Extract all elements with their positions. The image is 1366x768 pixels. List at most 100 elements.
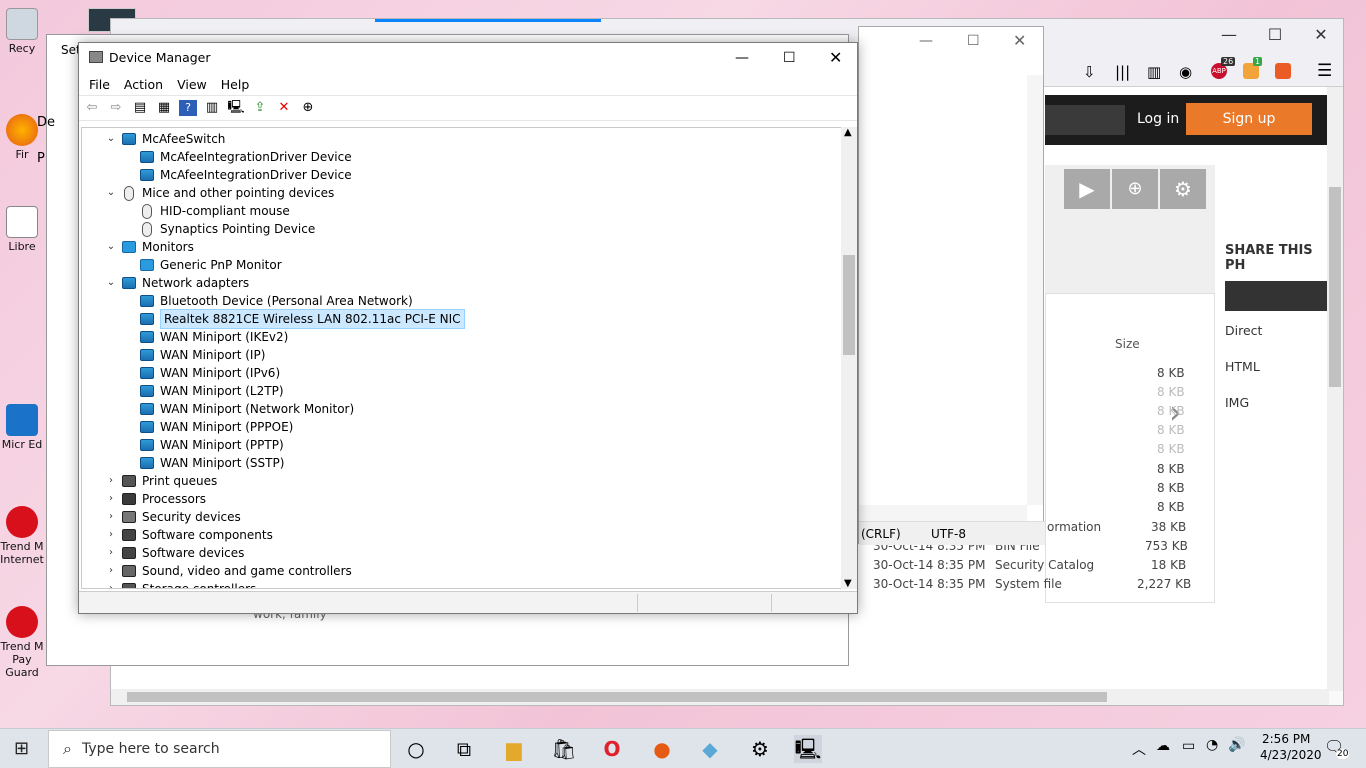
tree-item[interactable]: WAN Miniport (Network Monitor): [140, 400, 354, 418]
collapsed-chevron-icon[interactable]: ›: [104, 562, 118, 580]
tree-item[interactable]: Bluetooth Device (Personal Area Network): [140, 292, 413, 310]
clock-time[interactable]: 2:56 PM: [1262, 732, 1310, 746]
tree-vscrollbar[interactable]: ▲ ▼: [841, 127, 857, 589]
tree-item[interactable]: HID-compliant mouse: [140, 202, 290, 220]
file-explorer-icon[interactable]: ▆: [500, 735, 528, 763]
minimize-button[interactable]: —: [919, 33, 933, 49]
device-manager-taskbar-icon[interactable]: 🖳: [794, 735, 822, 763]
tree-item[interactable]: › Software components: [104, 526, 273, 544]
collapsed-chevron-icon[interactable]: ›: [104, 526, 118, 544]
onedrive-icon[interactable]: ☁: [1156, 738, 1170, 754]
tree-item[interactable]: WAN Miniport (PPTP): [140, 436, 284, 454]
menu-action[interactable]: Action: [124, 77, 173, 92]
tree-item[interactable]: McAfeeIntegrationDriver Device: [140, 166, 352, 184]
tree-item[interactable]: › Storage controllers: [104, 580, 256, 588]
browser-tab-active[interactable]: [375, 19, 601, 22]
expanded-chevron-icon[interactable]: ⌄: [104, 130, 118, 148]
forward-icon[interactable]: ⇨: [107, 100, 125, 116]
maximize-button[interactable]: ☐: [783, 43, 796, 73]
scan-hardware-icon[interactable]: 🖳: [227, 100, 245, 116]
menu-icon[interactable]: ☰: [1317, 61, 1332, 81]
tree-item[interactable]: Synaptics Pointing Device: [140, 220, 315, 238]
desktop-icon-edge[interactable]: Micr Ed: [0, 404, 44, 451]
expanded-chevron-icon[interactable]: ⌄: [104, 274, 118, 292]
account-icon[interactable]: ◉: [1179, 63, 1192, 81]
collapsed-chevron-icon[interactable]: ›: [104, 544, 118, 562]
editor-hscrollbar[interactable]: [859, 505, 1027, 521]
desktop-icon-libreoffice[interactable]: Libre: [0, 206, 44, 253]
start-button[interactable]: ⊞: [14, 738, 29, 759]
back-icon[interactable]: ⇦: [83, 100, 101, 116]
uninstall-icon[interactable]: ✕: [275, 100, 293, 116]
store-icon[interactable]: 🛍: [550, 735, 578, 763]
tree-item[interactable]: › Security devices: [104, 508, 241, 526]
tree-item[interactable]: WAN Miniport (PPPOE): [140, 418, 293, 436]
tree-item[interactable]: ⌄ Monitors: [104, 238, 194, 256]
show-hidden-icons[interactable]: ︿: [1132, 739, 1146, 759]
tree-item[interactable]: WAN Miniport (IKEv2): [140, 328, 288, 346]
minimize-button[interactable]: —: [1209, 25, 1249, 44]
battery-icon[interactable]: ▭: [1182, 738, 1195, 754]
desktop-icon-trend-internet[interactable]: Trend M Internet: [0, 506, 44, 566]
scroll-up-icon[interactable]: ▲: [844, 127, 852, 138]
task-view-icon[interactable]: ⧉: [450, 735, 478, 763]
extension2-icon[interactable]: [1275, 63, 1291, 79]
app-taskbar-icon[interactable]: ◆: [696, 735, 724, 763]
sidebar-icon[interactable]: ▥: [1147, 63, 1161, 81]
library-icon[interactable]: |||: [1115, 63, 1130, 81]
browser-hscrollbar[interactable]: [111, 689, 1329, 705]
tree-item[interactable]: WAN Miniport (L2TP): [140, 382, 284, 400]
close-button[interactable]: ✕: [829, 43, 842, 73]
pocket-icon[interactable]: ⇩: [1083, 63, 1096, 81]
cortana-icon[interactable]: ○: [402, 735, 430, 763]
settings-taskbar-icon[interactable]: ⚙: [746, 735, 774, 763]
view-icon[interactable]: ▥: [203, 100, 221, 116]
login-link[interactable]: Log in: [1137, 111, 1179, 127]
tree-item[interactable]: WAN Miniport (IPv6): [140, 364, 280, 382]
volume-icon[interactable]: 🔊: [1228, 737, 1245, 753]
tree-item[interactable]: › Print queues: [104, 472, 217, 490]
tree-item[interactable]: › Processors: [104, 490, 206, 508]
tree-item[interactable]: WAN Miniport (IP): [140, 346, 265, 364]
expanded-chevron-icon[interactable]: ⌄: [104, 184, 118, 202]
minimize-button[interactable]: —: [735, 43, 749, 73]
play-icon[interactable]: ▶: [1064, 169, 1110, 209]
tree-item[interactable]: WAN Miniport (SSTP): [140, 454, 284, 472]
collapsed-chevron-icon[interactable]: ›: [104, 508, 118, 526]
download-icon[interactable]: ⊕: [299, 100, 317, 116]
opera-icon[interactable]: O: [598, 735, 626, 763]
scroll-thumb[interactable]: [843, 255, 855, 355]
tree-item[interactable]: › Software devices: [104, 544, 244, 562]
settings-gear-icon[interactable]: ⚙: [1160, 169, 1206, 209]
desktop-icon-recycle-bin[interactable]: Recy: [0, 8, 44, 55]
firefox-taskbar-icon[interactable]: ●: [648, 735, 676, 763]
tree-item[interactable]: ⌄ McAfeeSwitch: [104, 130, 226, 148]
tree-item[interactable]: ⌄ Mice and other pointing devices: [104, 184, 334, 202]
close-button[interactable]: ✕: [1301, 25, 1341, 44]
desktop-icon-trend-payguard[interactable]: Trend M Pay Guard: [0, 606, 44, 679]
signup-button[interactable]: Sign up: [1186, 103, 1312, 135]
close-button[interactable]: ✕: [1013, 31, 1026, 50]
help-icon[interactable]: ?: [179, 100, 197, 116]
browser-vscrollbar[interactable]: [1327, 87, 1343, 691]
tree-item[interactable]: ⌄ Network adapters: [104, 274, 249, 292]
tree-item[interactable]: McAfeeIntegrationDriver Device: [140, 148, 352, 166]
collapsed-chevron-icon[interactable]: ›: [104, 580, 118, 588]
menu-help[interactable]: Help: [221, 77, 260, 92]
wifi-icon[interactable]: ◔: [1206, 737, 1218, 753]
maximize-button[interactable]: ☐: [1255, 25, 1295, 44]
menu-file[interactable]: File: [89, 77, 120, 92]
tree-item[interactable]: Realtek 8821CE Wireless LAN 802.11ac PCI…: [140, 309, 465, 329]
show-hide-tree-icon[interactable]: ▤: [131, 100, 149, 116]
taskbar-search[interactable]: ⌕ Type here to search: [48, 730, 391, 768]
menu-view[interactable]: View: [177, 77, 217, 92]
tree-item[interactable]: Generic PnP Monitor: [140, 256, 282, 274]
update-driver-icon[interactable]: ⇪: [251, 100, 269, 116]
editor-vscrollbar[interactable]: [1027, 75, 1043, 505]
tree-item[interactable]: › Sound, video and game controllers: [104, 562, 352, 580]
clock-date[interactable]: 4/23/2020: [1260, 748, 1322, 762]
maximize-button[interactable]: ☐: [967, 33, 980, 49]
site-search-box[interactable]: [1045, 105, 1125, 135]
expanded-chevron-icon[interactable]: ⌄: [104, 238, 118, 256]
collapsed-chevron-icon[interactable]: ›: [104, 490, 118, 508]
